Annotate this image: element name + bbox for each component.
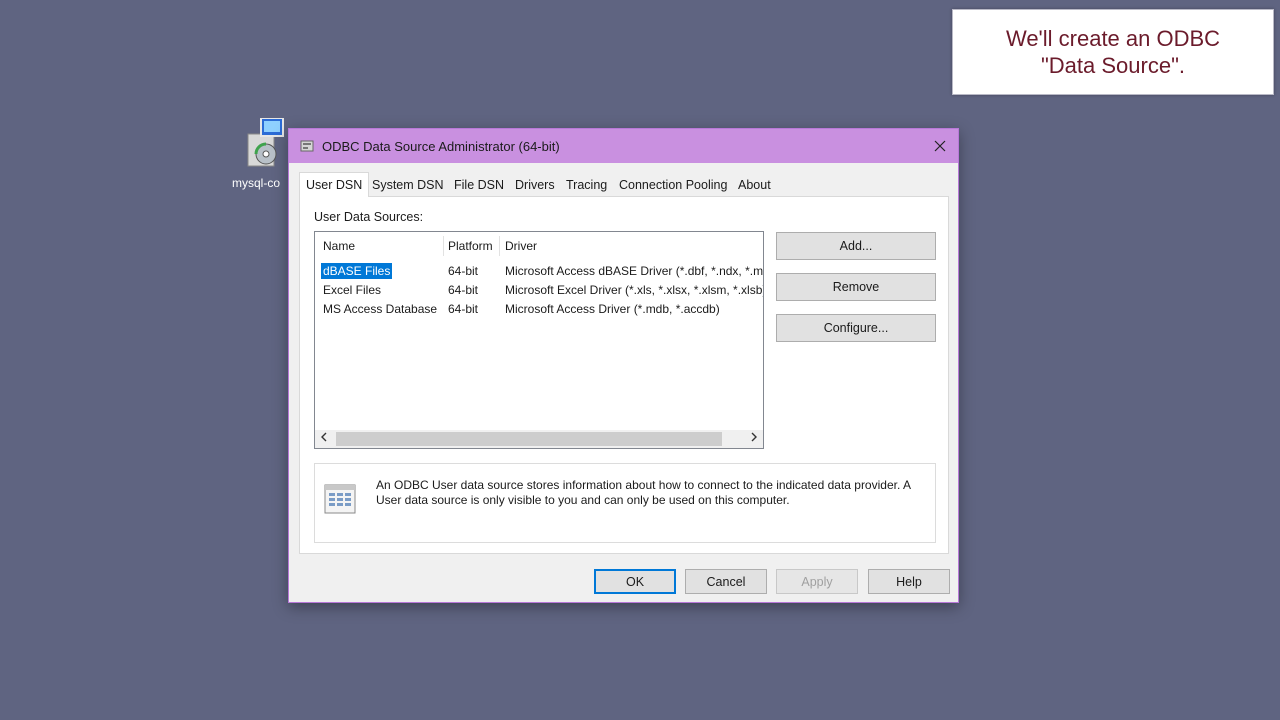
scroll-left-button[interactable] [315, 430, 333, 448]
dsn-driver: Microsoft Access Driver (*.mdb, *.accdb) [505, 302, 720, 316]
horizontal-scrollbar[interactable] [315, 430, 763, 448]
ok-button[interactable]: OK [594, 569, 676, 594]
tab-about[interactable]: About [732, 175, 777, 195]
chevron-right-icon [751, 432, 757, 442]
dsn-driver: Microsoft Excel Driver (*.xls, *.xlsx, *… [505, 283, 764, 297]
info-text: An ODBC User data source stores informat… [376, 478, 911, 507]
scrollbar-thumb[interactable] [336, 432, 722, 446]
close-button[interactable] [922, 129, 958, 163]
dsn-platform: 64-bit [448, 283, 479, 297]
info-box: An ODBC User data source stores informat… [314, 463, 936, 543]
data-sources-list[interactable]: Name Platform Driver dBASE Files 64-bit … [314, 231, 764, 449]
dsn-platform: 64-bit [448, 264, 479, 278]
list-item[interactable]: MS Access Database 64-bit Microsoft Acce… [315, 300, 763, 319]
scroll-right-button[interactable] [745, 430, 763, 448]
installer-icon [247, 118, 284, 167]
tab-tracing[interactable]: Tracing [560, 175, 613, 195]
help-button[interactable]: Help [868, 569, 950, 594]
tab-connection-pooling[interactable]: Connection Pooling [613, 175, 733, 195]
cancel-button[interactable]: Cancel [685, 569, 767, 594]
tab-drivers[interactable]: Drivers [509, 175, 561, 195]
column-header-name[interactable]: Name [323, 239, 355, 253]
column-header-driver[interactable]: Driver [505, 239, 537, 253]
odbc-app-icon [300, 140, 314, 152]
list-header: Name Platform Driver [315, 232, 763, 260]
tab-system-dsn[interactable]: System DSN [366, 175, 450, 195]
user-data-sources-label: User Data Sources: [314, 210, 424, 224]
tab-user-dsn[interactable]: User DSN [299, 172, 370, 197]
dsn-name: MS Access Database [323, 302, 438, 316]
list-item[interactable]: dBASE Files 64-bit Microsoft Access dBAS… [315, 262, 764, 281]
tutorial-callout: We'll create an ODBC "Data Source". [952, 9, 1274, 95]
column-divider[interactable] [499, 236, 500, 256]
list-item[interactable]: Excel Files 64-bit Microsoft Excel Drive… [315, 281, 764, 300]
remove-button[interactable]: Remove [776, 273, 936, 301]
chevron-left-icon [321, 432, 327, 442]
title-bar[interactable]: ODBC Data Source Administrator (64-bit) [289, 129, 958, 163]
apply-button[interactable]: Apply [776, 569, 858, 594]
callout-text: We'll create an ODBC "Data Source". [1005, 26, 1221, 78]
dsn-driver: Microsoft Access dBASE Driver (*.dbf, *.… [505, 264, 764, 278]
dsn-name: dBASE Files [321, 263, 393, 279]
window-title: ODBC Data Source Administrator (64-bit) [322, 139, 560, 154]
add-button[interactable]: Add... [776, 232, 936, 260]
user-dsn-panel: User Data Sources: Name Platform Driver … [299, 196, 949, 554]
dsn-platform: 64-bit [448, 302, 479, 316]
dsn-name: Excel Files [323, 283, 382, 297]
column-divider[interactable] [443, 236, 444, 256]
odbc-admin-dialog: ODBC Data Source Administrator (64-bit) … [288, 128, 959, 603]
desktop-icon-label: mysql-co [232, 176, 281, 190]
data-source-icon [324, 484, 356, 514]
close-icon [934, 140, 946, 152]
configure-button[interactable]: Configure... [776, 314, 936, 342]
column-header-platform[interactable]: Platform [448, 239, 493, 253]
tab-file-dsn[interactable]: File DSN [448, 175, 510, 195]
